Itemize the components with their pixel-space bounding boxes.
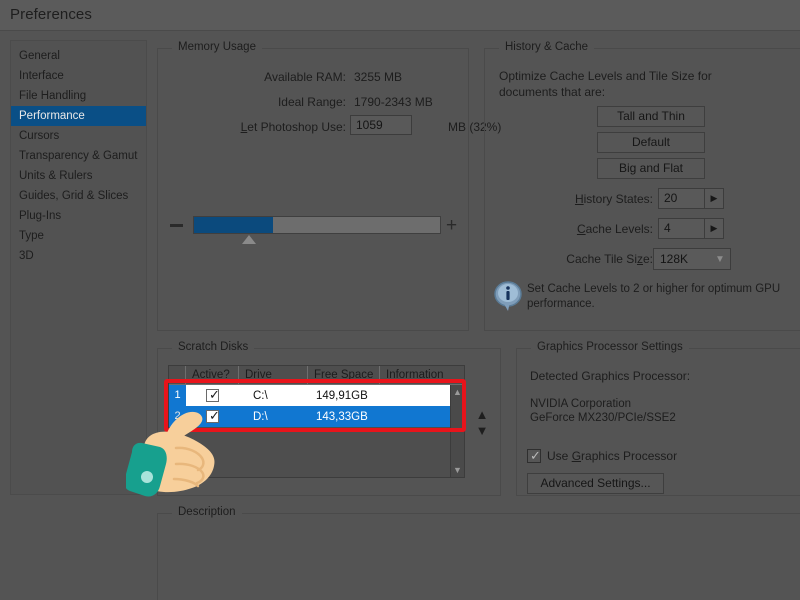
cache-tile-size-label: Cache Tile Size: [566, 252, 653, 266]
use-graphics-processor-row[interactable]: ✓ Use Graphics Processor [527, 448, 678, 463]
gpu-model: GeForce MX230/PCIe/SSE2 [530, 412, 676, 424]
available-ram-label: Available RAM: [264, 70, 346, 84]
sidebar-item-file-handling[interactable]: File Handling [11, 86, 146, 106]
sidebar-item-guides-grid-slices[interactable]: Guides, Grid & Slices [11, 186, 146, 206]
memory-usage-group: Memory Usage Available RAM: 3255 MB Idea… [157, 41, 501, 331]
cache-levels-label: Cache Levels: [576, 222, 653, 236]
description-group: Description [157, 506, 800, 600]
detected-gpu-label: Detected Graphics Processor: [530, 369, 691, 383]
ideal-range-value: 1790-2343 MB [354, 95, 433, 109]
graphics-processor-legend: Graphics Processor Settings [531, 341, 689, 353]
use-graphics-processor-checkbox[interactable]: ✓ [527, 448, 541, 463]
column-header-index [169, 366, 186, 384]
sidebar-item-3d[interactable]: 3D [11, 246, 146, 266]
graphics-processor-group: Graphics Processor Settings Detected Gra… [516, 341, 800, 496]
let-use-label-rest: et Photoshop Use: [247, 120, 346, 134]
row-index: 1 [169, 385, 186, 406]
pointing-hand-cursor [124, 408, 266, 523]
move-up-icon[interactable]: ▲ [474, 407, 490, 423]
memory-slider-thumb[interactable] [242, 235, 256, 244]
available-ram-value: 3255 MB [354, 70, 403, 84]
let-photoshop-use-label: Let Photoshop Use: [240, 120, 346, 134]
let-photoshop-use-input[interactable]: 1059 [350, 115, 412, 135]
sidebar-item-cursors[interactable]: Cursors [11, 126, 146, 146]
row-free-space: 143,33GB [316, 410, 368, 423]
check-icon: ✓ [209, 387, 220, 402]
advanced-settings-button[interactable]: Advanced Settings... [527, 473, 664, 494]
table-row[interactable]: 1 ✓ C:\ 149,91GB [169, 385, 464, 406]
memory-slider[interactable]: + [170, 216, 460, 248]
default-button[interactable]: Default [597, 132, 705, 153]
history-cache-description: Optimize Cache Levels and Tile Size for … [499, 69, 712, 99]
detected-gpu-info: NVIDIA Corporation GeForce MX230/PCIe/SS… [530, 397, 676, 425]
memory-usage-legend: Memory Usage [172, 41, 262, 53]
sidebar-item-performance[interactable]: Performance [11, 106, 146, 126]
minus-icon[interactable] [170, 224, 183, 227]
scroll-up-icon[interactable]: ▲ [451, 385, 464, 399]
column-header-drive[interactable]: Drive [239, 366, 308, 384]
plus-icon[interactable]: + [444, 216, 459, 235]
chevron-down-icon[interactable]: ▼ [710, 254, 730, 265]
history-states-label: History States: [574, 192, 653, 206]
cache-levels-arrow-icon[interactable]: ▶ [704, 219, 723, 238]
sidebar-item-general[interactable]: General [11, 46, 146, 66]
page-title: Preferences [10, 6, 92, 23]
column-header-free-space[interactable]: Free Space [308, 366, 380, 384]
column-header-active[interactable]: Active? [186, 366, 239, 384]
sidebar-item-type[interactable]: Type [11, 226, 146, 246]
title-bar: Preferences [0, 0, 800, 31]
use-graphics-processor-label: Use Graphics Processor [547, 449, 678, 463]
preferences-dialog: Preferences General Interface File Handl… [0, 0, 800, 600]
history-states-value[interactable]: 20 [659, 189, 704, 208]
history-cache-group: History & Cache Optimize Cache Levels an… [484, 41, 800, 331]
sidebar-item-transparency-gamut[interactable]: Transparency & Gamut [11, 146, 146, 166]
cache-tile-size-select[interactable]: 128K ▼ [653, 248, 731, 270]
ideal-range-label: Ideal Range: [277, 95, 346, 109]
scratch-disks-legend: Scratch Disks [172, 341, 255, 353]
info-icon [494, 281, 524, 313]
cache-levels-value[interactable]: 4 [659, 219, 704, 238]
sidebar-item-units-rulers[interactable]: Units & Rulers [11, 166, 146, 186]
check-icon: ✓ [530, 448, 541, 463]
scratch-disks-scrollbar[interactable]: ▲ ▼ [450, 385, 464, 477]
row-free-space: 149,91GB [316, 389, 368, 402]
big-and-flat-button[interactable]: Big and Flat [597, 158, 705, 179]
sidebar-item-plug-ins[interactable]: Plug-Ins [11, 206, 146, 226]
gpu-vendor: NVIDIA Corporation [530, 398, 631, 410]
history-cache-legend: History & Cache [499, 41, 595, 53]
scratch-disks-header-row: Active? Drive Free Space Information [169, 366, 464, 385]
memory-slider-fill [194, 217, 273, 233]
scroll-down-icon[interactable]: ▼ [451, 463, 464, 477]
column-header-information[interactable]: Information [380, 366, 464, 384]
history-states-arrow-icon[interactable]: ▶ [704, 189, 723, 208]
tall-and-thin-button[interactable]: Tall and Thin [597, 106, 705, 127]
history-states-spinner[interactable]: 20 ▶ [658, 188, 724, 209]
row-drive: C:\ [253, 389, 268, 402]
row-active-checkbox[interactable]: ✓ [186, 387, 239, 402]
cache-tile-size-value: 128K [660, 252, 689, 266]
move-down-icon[interactable]: ▼ [474, 423, 490, 439]
cache-levels-note: Set Cache Levels to 2 or higher for opti… [527, 283, 781, 310]
scratch-disks-reorder-controls[interactable]: ▲ ▼ [474, 407, 490, 439]
memory-slider-track[interactable] [193, 216, 441, 234]
sidebar-item-interface[interactable]: Interface [11, 66, 146, 86]
cache-levels-spinner[interactable]: 4 ▶ [658, 218, 724, 239]
